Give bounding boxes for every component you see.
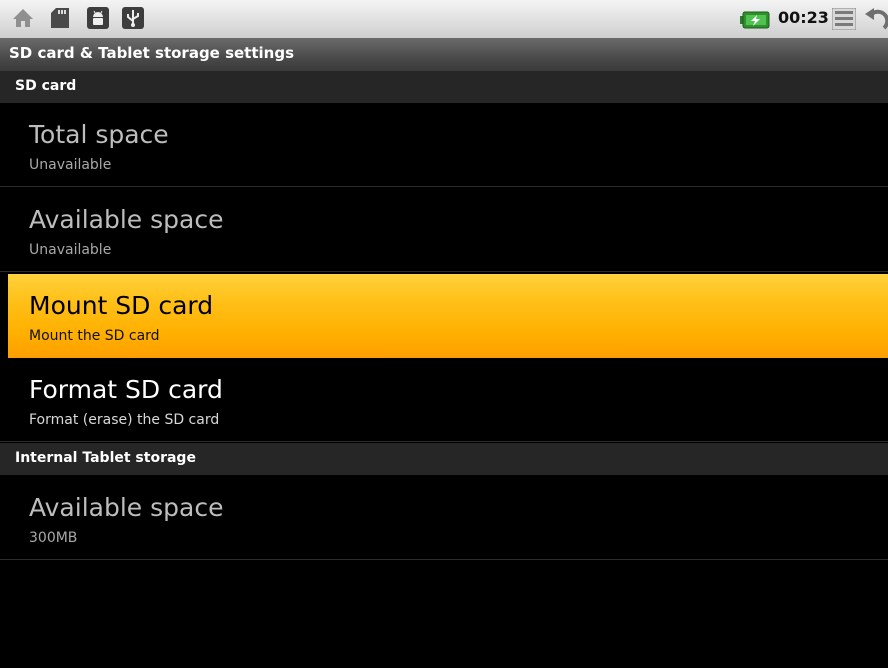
list-item-total-space[interactable]: Total space Unavailable (0, 103, 888, 187)
item-title: Total space (29, 120, 169, 149)
page-title: SD card & Tablet storage settings (9, 44, 294, 62)
section-header-sd-card: SD card (0, 71, 888, 103)
list-item-mount-sd-card[interactable]: Mount SD card Mount the SD card (8, 274, 888, 358)
section-header-internal-storage: Internal Tablet storage (0, 443, 888, 475)
section-header-label: Internal Tablet storage (15, 450, 196, 466)
sd-card-icon (51, 8, 69, 28)
item-summary: 300MB (29, 530, 78, 546)
title-bar: SD card & Tablet storage settings (0, 38, 888, 71)
item-title: Available space (29, 493, 224, 522)
list-item-available-space[interactable]: Available space Unavailable (0, 188, 888, 272)
home-icon (13, 9, 33, 27)
usb-icon (122, 7, 144, 29)
list-item-format-sd-card[interactable]: Format SD card Format (erase) the SD car… (0, 358, 888, 442)
clock: 00:23 (778, 8, 829, 27)
item-summary: Format (erase) the SD card (29, 412, 220, 428)
menu-icon[interactable] (832, 8, 856, 30)
list-item-internal-available-space[interactable]: Available space 300MB (0, 476, 888, 560)
item-title: Mount SD card (29, 291, 214, 320)
back-icon[interactable] (862, 6, 888, 32)
status-bar: 00:23 (0, 0, 888, 38)
item-summary: Unavailable (29, 157, 112, 173)
item-summary: Mount the SD card (29, 328, 160, 344)
android-debug-icon (87, 7, 109, 29)
item-title: Available space (29, 205, 224, 234)
section-header-label: SD card (15, 78, 77, 94)
item-summary: Unavailable (29, 242, 112, 258)
item-title: Format SD card (29, 375, 223, 404)
battery-charging-icon (740, 11, 770, 29)
